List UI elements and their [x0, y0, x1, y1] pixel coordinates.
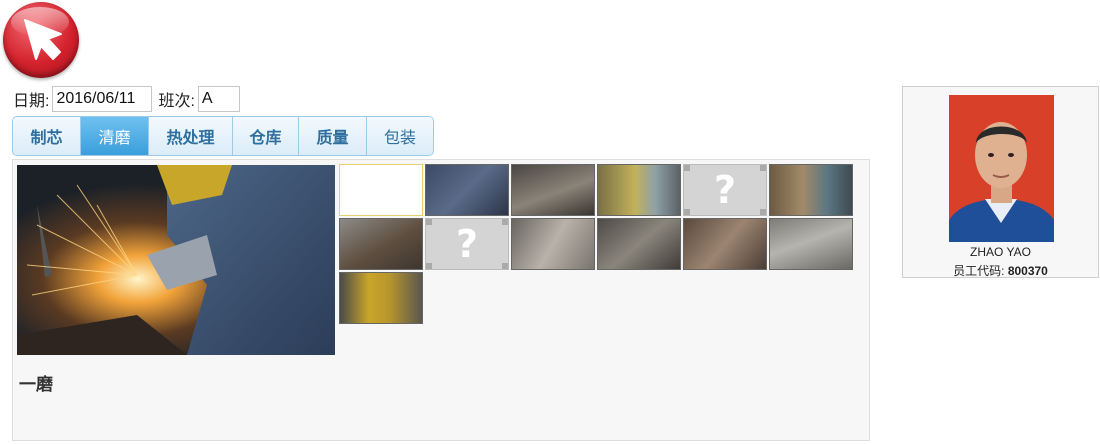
missing-image-icon: ? — [455, 222, 479, 266]
employee-code-label: 员工代码: — [953, 264, 1005, 278]
thumbnail[interactable] — [769, 218, 853, 270]
tab-core-making[interactable]: 制芯 — [13, 117, 81, 155]
cursor-arrow-icon — [24, 19, 62, 60]
tab-grinding[interactable]: 清磨 — [81, 117, 149, 155]
department-tabs: 制芯 清磨 热处理 仓库 质量 包装 — [12, 116, 434, 156]
employee-name: ZHAO YAO — [970, 245, 1031, 259]
thumbnail[interactable] — [511, 164, 595, 216]
tab-quality[interactable]: 质量 — [299, 117, 367, 155]
employee-code-value: 800370 — [1007, 264, 1048, 278]
shift-label: 班次: — [158, 93, 195, 110]
thumbnail-selected[interactable] — [339, 164, 423, 216]
main-photo — [17, 165, 335, 355]
tab-packaging[interactable]: 包装 — [367, 117, 433, 155]
thumbnail[interactable] — [511, 218, 595, 270]
employee-photo — [949, 95, 1054, 242]
process-caption: 一磨 — [19, 375, 53, 395]
shift-input[interactable] — [197, 86, 240, 112]
thumbnail[interactable] — [597, 218, 681, 270]
back-button[interactable] — [3, 2, 79, 78]
thumbnail[interactable] — [769, 164, 853, 216]
thumbnail-missing[interactable]: ? — [425, 218, 509, 270]
thumbnail-missing[interactable]: ? — [683, 164, 767, 216]
thumbnail[interactable] — [683, 218, 767, 270]
date-label: 日期: — [13, 93, 50, 110]
thumbnail[interactable] — [339, 218, 423, 270]
tab-warehouse[interactable]: 仓库 — [233, 117, 299, 155]
thumbnail[interactable] — [425, 164, 509, 216]
thumbnail[interactable] — [339, 272, 423, 324]
process-panel: ? ? 一磨 — [12, 159, 870, 441]
filter-row: 日期: 班次: — [13, 86, 240, 112]
date-input[interactable] — [52, 86, 153, 112]
missing-image-icon: ? — [713, 168, 737, 212]
employee-card: ZHAO YAO 员工代码: 800370 — [902, 86, 1099, 278]
employee-code: 员工代码: 800370 — [903, 262, 1098, 279]
tab-heat-treatment[interactable]: 热处理 — [149, 117, 233, 155]
thumbnail[interactable] — [597, 164, 681, 216]
